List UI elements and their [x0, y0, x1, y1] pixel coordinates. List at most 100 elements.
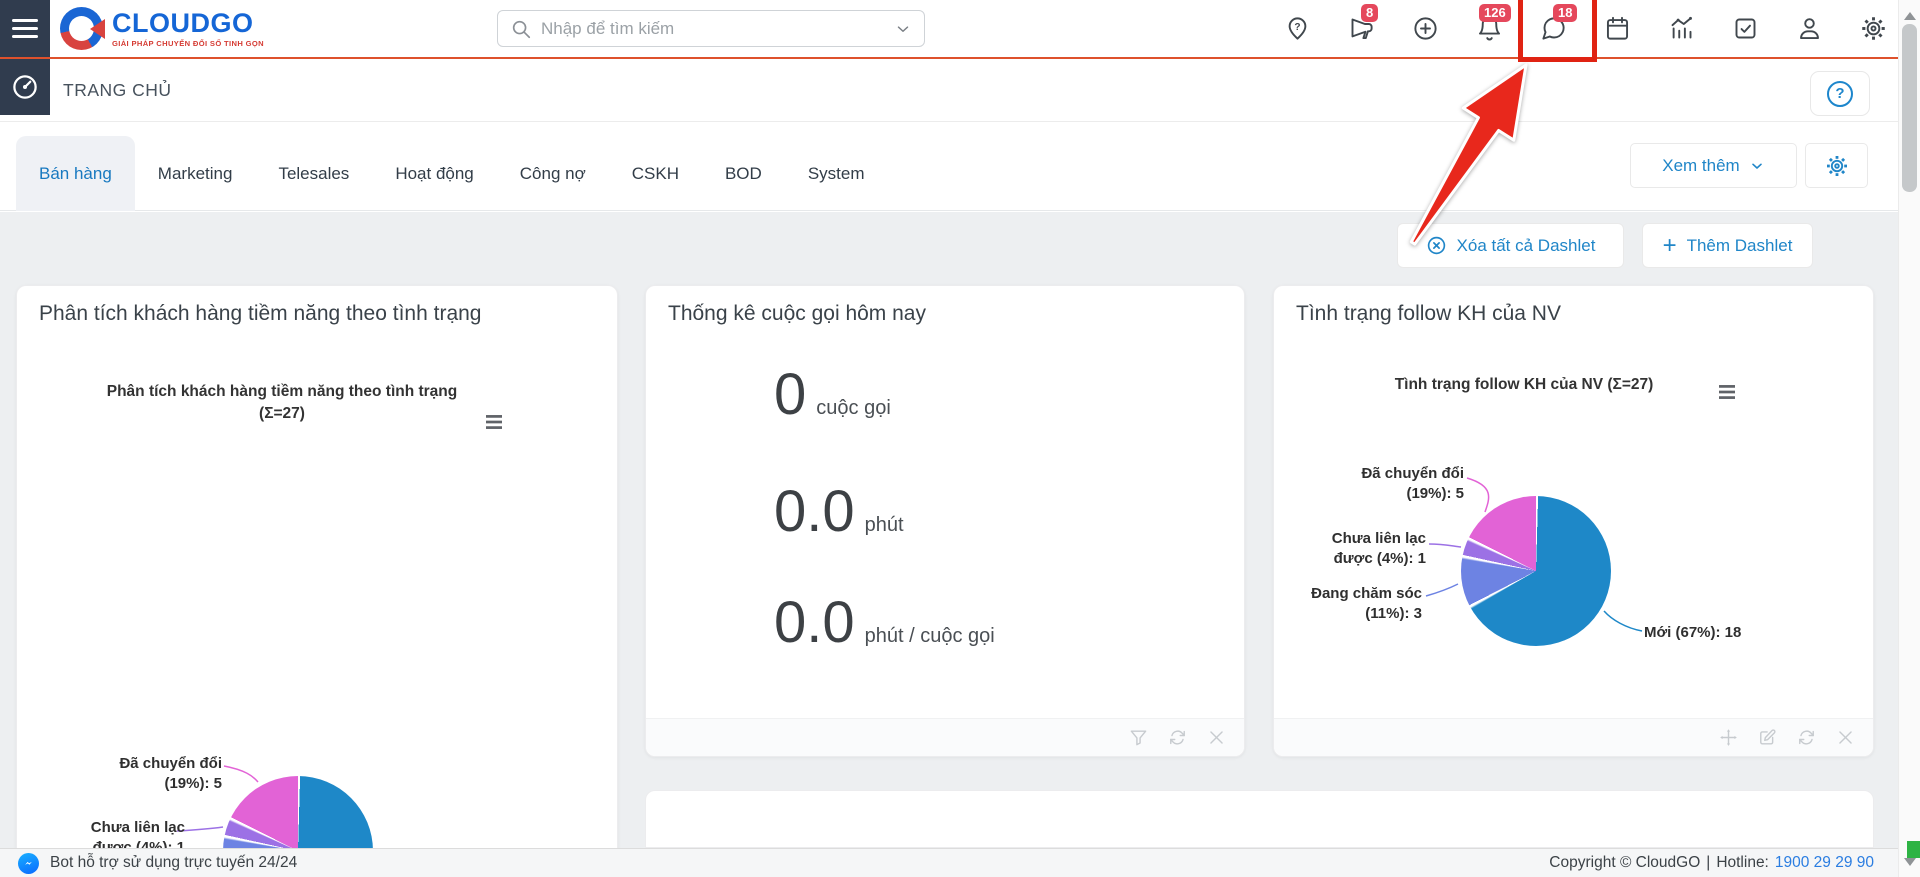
close-icon[interactable] [1207, 728, 1226, 747]
help-question-icon: ? [1827, 81, 1853, 107]
gear-icon [1825, 154, 1849, 178]
tab-hoat-dong[interactable]: Hoạt động [372, 136, 496, 211]
chart-title: Phân tích khách hàng tiềm năng theo tình… [47, 381, 517, 424]
messenger-icon [18, 853, 39, 874]
svg-text:?: ? [1294, 22, 1300, 33]
logo-tagline: GIẢI PHÁP CHUYỂN ĐỔI SỐ TINH GỌN [112, 39, 264, 48]
page-title: TRANG CHỦ [63, 80, 172, 101]
breadcrumb-row: TRANG CHỦ ? [0, 59, 1920, 122]
support-bot-link[interactable]: Bot hỗ trợ sử dụng trực tuyến 24/24 [18, 853, 297, 874]
tasks-check-square-icon[interactable] [1732, 15, 1759, 42]
footer-bar: Bot hỗ trợ sử dụng trực tuyến 24/24 Copy… [0, 848, 1920, 877]
stat-unit: phút / cuộc gọi [865, 625, 995, 648]
pie-label-chua-lien-lac: Chưa liên lạc được (4%): 1 [1314, 529, 1426, 568]
stat-minutes: 0.0 phút [774, 483, 904, 541]
tab-marketing[interactable]: Marketing [135, 136, 256, 211]
clear-all-label: Xóa tất cả Dashlet [1457, 236, 1596, 256]
add-dashlet-button[interactable]: + Thêm Dashlet [1642, 223, 1813, 268]
tab-telesales[interactable]: Telesales [255, 136, 372, 211]
pie-label-moi: Mới (67%): 18 [1644, 623, 1784, 643]
page-scrollbar[interactable] [1898, 0, 1920, 877]
stat-value: 0.0 [774, 483, 855, 541]
plus-circle-icon[interactable] [1412, 15, 1439, 42]
move-icon[interactable] [1719, 728, 1738, 747]
pie-label-da-chuyen-doi: Đã chuyển đổi (19%): 5 [1334, 464, 1464, 503]
hotline-number[interactable]: 1900 29 29 90 [1775, 854, 1874, 872]
plus-icon: + [1663, 236, 1677, 256]
help-button[interactable]: ? [1810, 71, 1870, 116]
edit-icon[interactable] [1758, 728, 1777, 747]
see-more-label: Xem thêm [1662, 156, 1739, 176]
dashlet-title: Tình trạng follow KH của NV [1296, 298, 1561, 331]
dashlet-footer [646, 718, 1244, 756]
clear-all-dashlets-button[interactable]: Xóa tất cả Dashlet [1397, 223, 1624, 268]
pie-chart-follow-status[interactable] [1461, 496, 1611, 646]
search-icon [510, 18, 532, 40]
add-dashlet-label: Thêm Dashlet [1687, 236, 1793, 256]
tab-ban-hang[interactable]: Bán hàng [16, 136, 135, 211]
dashlet-lead-status: Phân tích khách hàng tiềm năng theo tình… [16, 285, 618, 870]
hamburger-menu-button[interactable] [0, 0, 50, 57]
refresh-icon[interactable] [1797, 728, 1816, 747]
copyright-area: Copyright © CloudGO | Hotline: 1900 29 2… [1549, 854, 1874, 872]
chart-menu-icon[interactable] [1717, 384, 1737, 400]
tab-system[interactable]: System [785, 136, 888, 211]
chevron-down-icon [1749, 158, 1765, 174]
tab-bod[interactable]: BOD [702, 136, 785, 211]
location-question-icon[interactable]: ? [1284, 15, 1311, 42]
settings-gear-icon[interactable] [1860, 15, 1887, 42]
cloudgo-logo[interactable]: CLOUDGO GIẢI PHÁP CHUYỂN ĐỔI SỐ TINH GỌN [60, 7, 264, 50]
dashlet-title: Phân tích khách hàng tiềm năng theo tình… [39, 298, 529, 331]
refresh-icon[interactable] [1168, 728, 1187, 747]
dashboard-area: Xóa tất cả Dashlet + Thêm Dashlet Phân t… [0, 212, 1920, 848]
bell-badge: 126 [1479, 4, 1511, 22]
close-icon[interactable] [1836, 728, 1855, 747]
separator: | [1706, 854, 1710, 872]
stat-unit: cuộc gọi [816, 397, 891, 420]
stat-minutes-per-call: 0.0 phút / cuộc gọi [774, 594, 995, 652]
stat-calls: 0 cuộc gọi [774, 366, 891, 424]
pie-label-dang-cham-soc: Đang chăm sóc (11%): 3 [1304, 584, 1422, 623]
calendar-icon[interactable] [1604, 15, 1631, 42]
dashlet-follow-status: Tình trạng follow KH của NV Tình trạng f… [1273, 285, 1874, 757]
pie-label-da-chuyen-doi: Đã chuyển đổi (19%): 5 [102, 754, 222, 793]
chevron-down-icon[interactable] [894, 20, 912, 38]
bell-icon[interactable]: 126 [1476, 15, 1503, 42]
cloudgo-crm-app: CLOUDGO GIẢI PHÁP CHUYỂN ĐỔI SỐ TINH GỌN… [0, 0, 1920, 877]
cloudgo-logo-icon [60, 7, 103, 50]
tab-cong-no[interactable]: Công nợ [497, 136, 609, 211]
scrollbar-down-arrow[interactable] [1904, 858, 1916, 872]
filter-icon[interactable] [1129, 728, 1148, 747]
chart-menu-icon[interactable] [484, 414, 504, 430]
stat-value: 0.0 [774, 594, 855, 652]
dashlet-title: Thống kê cuộc gọi hôm nay [668, 298, 926, 331]
dashboard-module-icon[interactable] [0, 59, 50, 115]
scrollbar-thumb[interactable] [1902, 24, 1917, 192]
user-profile-icon[interactable] [1796, 15, 1823, 42]
analytics-chart-icon[interactable] [1668, 15, 1695, 42]
dashlet-footer [1274, 718, 1873, 756]
tab-cskh[interactable]: CSKH [609, 136, 702, 211]
chat-icon[interactable]: 18 [1540, 15, 1567, 42]
tabs-settings-button[interactable] [1805, 143, 1868, 188]
circle-x-icon [1426, 235, 1447, 256]
megaphone-icon[interactable]: 8 [1348, 15, 1375, 42]
stat-unit: phút [865, 514, 904, 537]
megaphone-badge: 8 [1361, 4, 1378, 22]
search-input[interactable] [541, 19, 885, 39]
support-bot-text: Bot hỗ trợ sử dụng trực tuyến 24/24 [50, 854, 297, 872]
partial-dashlet-card [645, 790, 1874, 848]
topbar: CLOUDGO GIẢI PHÁP CHUYỂN ĐỔI SỐ TINH GỌN… [0, 0, 1920, 59]
logo-text: CLOUDGO [112, 10, 264, 37]
side-widget-sliver[interactable] [1907, 841, 1920, 858]
dashboard-tabs: Bán hàng Marketing Telesales Hoạt động C… [16, 136, 888, 211]
copyright-text: Copyright © CloudGO [1549, 854, 1700, 872]
scrollbar-up-arrow[interactable] [1904, 6, 1916, 20]
dashlet-call-stats: Thống kê cuộc gọi hôm nay 0 cuộc gọi 0.0… [645, 285, 1245, 757]
stat-value: 0 [774, 366, 806, 424]
see-more-button[interactable]: Xem thêm [1630, 143, 1797, 188]
chat-badge: 18 [1553, 4, 1577, 22]
global-search[interactable] [497, 10, 925, 47]
hotline-label: Hotline: [1716, 854, 1769, 872]
chart-title: Tình trạng follow KH của NV (Σ=27) [1334, 374, 1714, 396]
